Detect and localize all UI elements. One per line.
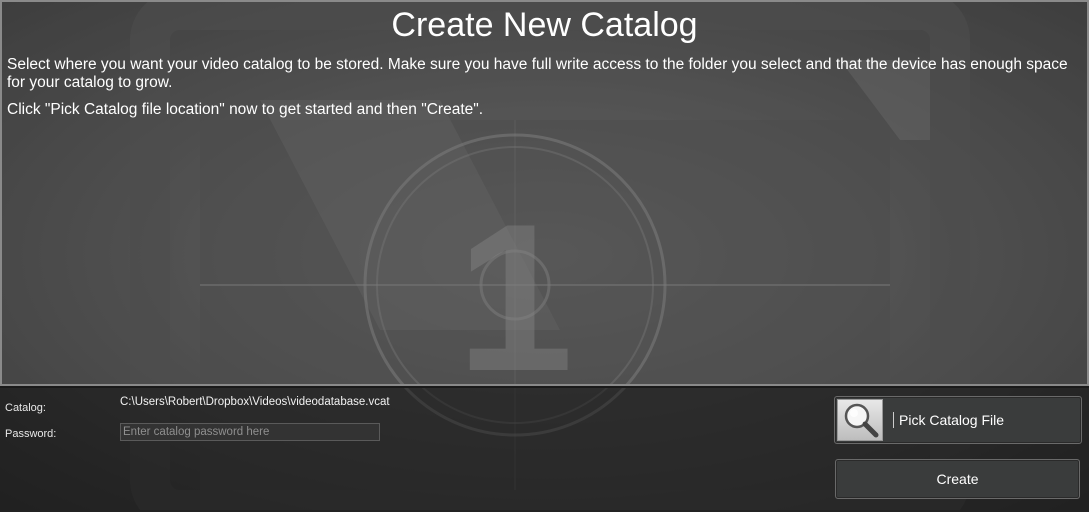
page-title: Create New Catalog xyxy=(391,6,698,44)
create-button[interactable]: Create xyxy=(835,459,1080,499)
info-panel: Create New Catalog Select where you want… xyxy=(0,0,1089,386)
password-label: Password: xyxy=(5,428,57,440)
pick-catalog-file-button[interactable]: Pick Catalog File xyxy=(834,396,1082,444)
pick-catalog-file-label: Pick Catalog File xyxy=(899,412,1005,428)
button-separator xyxy=(893,412,894,428)
catalog-form-bar: Catalog: C:\Users\Robert\Dropbox\Videos\… xyxy=(0,386,1089,512)
instructions-text: Click "Pick Catalog file location" now t… xyxy=(7,101,484,118)
description-text: Select where you want your video catalog… xyxy=(7,56,1068,91)
catalog-label: Catalog: xyxy=(5,402,46,414)
catalog-path: C:\Users\Robert\Dropbox\Videos\videodata… xyxy=(120,396,390,408)
magnifier-icon xyxy=(837,399,883,441)
password-field[interactable] xyxy=(120,423,380,441)
